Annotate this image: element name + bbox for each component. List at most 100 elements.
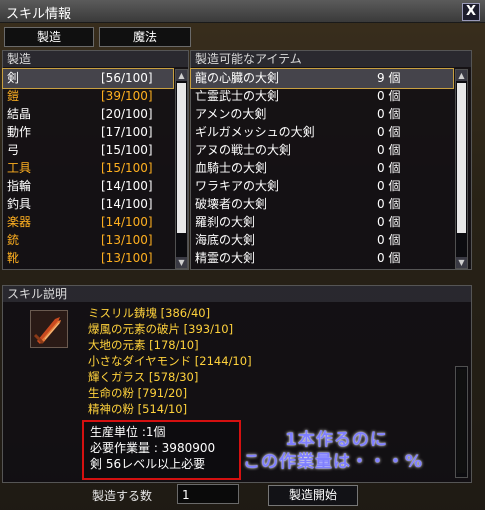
skill-name: 釣具 bbox=[7, 197, 32, 211]
item-row[interactable]: 羅刹の大剣 0 個 bbox=[191, 213, 453, 232]
item-name: 亡霊武士の大剣 bbox=[195, 89, 280, 103]
item-name: 羅刹の大剣 bbox=[195, 215, 256, 229]
production-unit: 生産単位 :1個 bbox=[90, 425, 166, 439]
item-name: アヌの戦士の大剣 bbox=[195, 143, 292, 157]
description-scroll-thumb[interactable] bbox=[457, 369, 466, 473]
quantity-input[interactable]: 1 bbox=[177, 484, 239, 504]
item-row[interactable]: 龍の心臓の大剣 9 個 bbox=[190, 68, 454, 89]
skill-row[interactable]: 楽器 [14/100] bbox=[3, 213, 173, 232]
item-name: 海底の大剣 bbox=[195, 233, 256, 247]
skill-level: [17/100] bbox=[101, 125, 153, 139]
scroll-down-icon[interactable]: ▼ bbox=[456, 257, 467, 268]
skill-row[interactable]: 工具 [15/100] bbox=[3, 159, 173, 178]
skill-row[interactable]: 釣具 [14/100] bbox=[3, 195, 173, 214]
item-row[interactable]: アメンの大剣 0 個 bbox=[191, 105, 453, 124]
required-work: 必要作業量 : 3980900 bbox=[90, 441, 216, 455]
skill-row[interactable]: 動作 [17/100] bbox=[3, 123, 173, 142]
skill-level: [15/100] bbox=[101, 143, 153, 157]
item-row[interactable]: ワラキアの大剣 0 個 bbox=[191, 177, 453, 196]
item-name: ギルガメッシュの大剣 bbox=[195, 125, 315, 139]
item-row[interactable]: 海底の大剣 0 個 bbox=[191, 231, 453, 250]
skill-name: 結晶 bbox=[7, 107, 32, 121]
skills-scroll-thumb[interactable] bbox=[177, 83, 186, 233]
skill-row[interactable]: 弓 [15/100] bbox=[3, 141, 173, 160]
level-requirement: 剣 56レベル以上必要 bbox=[90, 457, 206, 471]
item-name: 精霊の大剣 bbox=[195, 251, 256, 265]
skill-level: [13/100] bbox=[101, 233, 153, 247]
skills-panel: 製造 剣 [56/100] 鎧 [39/100] 結晶 [20/100] 動作 [17/100… bbox=[2, 50, 189, 270]
material-line: 小さなダイヤモンド [2144/10] bbox=[88, 354, 252, 368]
skill-row[interactable]: 鎧 [39/100] bbox=[3, 87, 173, 106]
material-line: 大地の元素 [178/10] bbox=[88, 338, 199, 352]
item-quantity: 0 個 bbox=[377, 215, 401, 229]
production-info-box: 生産単位 :1個 必要作業量 : 3980900 剣 56レベル以上必要 bbox=[82, 420, 241, 480]
item-quantity: 0 個 bbox=[377, 89, 401, 103]
item-row[interactable]: 亡霊武士の大剣 0 個 bbox=[191, 87, 453, 106]
item-row[interactable]: ギルガメッシュの大剣 0 個 bbox=[191, 123, 453, 142]
skill-name: 動作 bbox=[7, 125, 32, 139]
skill-row[interactable]: 靴 [13/100] bbox=[3, 249, 173, 268]
description-scrollbar[interactable] bbox=[455, 366, 468, 478]
close-button[interactable]: X bbox=[462, 3, 480, 21]
annotation-line-2: この作業量は・・・% bbox=[243, 452, 424, 472]
material-line: ミスリル鋳塊 [386/40] bbox=[88, 306, 211, 320]
item-quantity: 0 個 bbox=[377, 125, 401, 139]
item-quantity: 9 個 bbox=[377, 71, 401, 85]
skills-panel-header: 製造 bbox=[3, 51, 188, 67]
skill-level: [14/100] bbox=[101, 197, 153, 211]
skill-row[interactable]: 結晶 [20/100] bbox=[3, 105, 173, 124]
skill-name: 靴 bbox=[7, 251, 20, 265]
skill-level: [15/100] bbox=[101, 161, 153, 175]
item-quantity: 0 個 bbox=[377, 161, 401, 175]
item-quantity: 0 個 bbox=[377, 251, 401, 265]
skill-level: [13/100] bbox=[101, 251, 153, 265]
material-line: 精神の粉 [514/10] bbox=[88, 402, 188, 416]
item-quantity: 0 個 bbox=[377, 143, 401, 157]
items-panel-header: 製造可能なアイテム bbox=[191, 51, 471, 67]
skill-row[interactable]: 指輪 [14/100] bbox=[3, 177, 173, 196]
skill-name: 工具 bbox=[7, 161, 32, 175]
material-line: 爆風の元素の破片 [393/10] bbox=[88, 322, 234, 336]
item-row[interactable]: 破壊者の大剣 0 個 bbox=[191, 195, 453, 214]
items-scrollbar[interactable]: ▲ ▼ bbox=[455, 69, 468, 269]
item-name: 破壊者の大剣 bbox=[195, 197, 268, 211]
items-scroll-thumb[interactable] bbox=[457, 83, 466, 233]
material-line: 生命の粉 [791/20] bbox=[88, 386, 188, 400]
sword-skill-icon bbox=[30, 310, 68, 348]
item-name: ワラキアの大剣 bbox=[195, 179, 280, 193]
item-quantity: 0 個 bbox=[377, 197, 401, 211]
quantity-label: 製造する数 bbox=[92, 489, 153, 503]
skill-row[interactable]: 銃 [13/100] bbox=[3, 231, 173, 250]
item-quantity: 0 個 bbox=[377, 107, 401, 121]
tab-manufacture[interactable]: 製造 bbox=[4, 27, 94, 47]
skill-level: [20/100] bbox=[101, 107, 153, 121]
scroll-down-icon[interactable]: ▼ bbox=[176, 257, 187, 268]
item-name: 血騎士の大剣 bbox=[195, 161, 268, 175]
item-name: アメンの大剣 bbox=[195, 107, 267, 121]
material-line: 輝くガラス [578/30] bbox=[88, 370, 199, 384]
description-header: スキル説明 bbox=[3, 286, 471, 302]
scroll-up-icon[interactable]: ▲ bbox=[176, 70, 187, 81]
tab-magic[interactable]: 魔法 bbox=[99, 27, 191, 47]
title-bar: スキル情報 X bbox=[0, 0, 485, 23]
start-manufacture-button[interactable]: 製造開始 bbox=[268, 485, 358, 506]
skill-level: [14/100] bbox=[101, 179, 153, 193]
skill-name: 指輪 bbox=[7, 179, 32, 193]
skill-name: 剣 bbox=[7, 71, 20, 85]
item-row[interactable]: 血騎士の大剣 0 個 bbox=[191, 159, 453, 178]
item-quantity: 0 個 bbox=[377, 233, 401, 247]
scroll-up-icon[interactable]: ▲ bbox=[456, 70, 467, 81]
skill-level: [14/100] bbox=[101, 215, 153, 229]
skill-level: [39/100] bbox=[101, 89, 153, 103]
item-name: 龍の心臓の大剣 bbox=[195, 71, 280, 85]
item-row[interactable]: 精霊の大剣 0 個 bbox=[191, 249, 453, 268]
skill-row[interactable]: 剣 [56/100] bbox=[2, 68, 174, 89]
skill-name: 鎧 bbox=[7, 89, 20, 103]
item-quantity: 0 個 bbox=[377, 179, 401, 193]
items-panel: 製造可能なアイテム 龍の心臓の大剣 9 個亡霊武士の大剣 0 個アメンの大剣 0 個ギ… bbox=[190, 50, 472, 270]
skill-name: 楽器 bbox=[7, 215, 32, 229]
skill-name: 銃 bbox=[7, 233, 20, 247]
skills-scrollbar[interactable]: ▲ ▼ bbox=[175, 69, 188, 269]
window-title: スキル情報 bbox=[6, 7, 72, 22]
item-row[interactable]: アヌの戦士の大剣 0 個 bbox=[191, 141, 453, 160]
